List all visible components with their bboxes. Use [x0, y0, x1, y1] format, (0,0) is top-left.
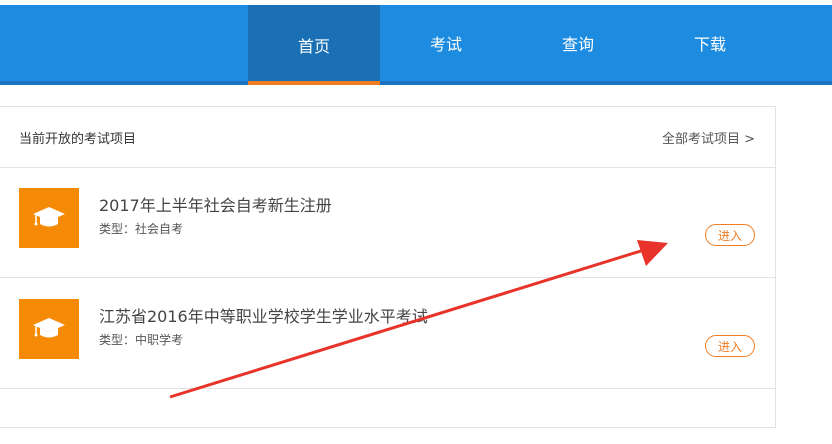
enter-button[interactable]: 进入: [705, 224, 755, 246]
exam-list-item: 江苏省2016年中等职业学校学生学业水平考试 类型：中职学考 进入: [0, 279, 775, 389]
all-exams-link[interactable]: 全部考试项目 >: [662, 128, 755, 147]
nav-item-exam[interactable]: 考试: [380, 5, 512, 81]
panel-title: 当前开放的考试项目: [19, 132, 137, 147]
nav-underline: [0, 81, 832, 85]
graduation-cap-icon: [19, 299, 79, 359]
exam-type: 类型：社会自考: [99, 220, 183, 237]
exam-type-value: 社会自考: [135, 222, 184, 236]
exam-title[interactable]: 2017年上半年社会自考新生注册: [99, 192, 332, 216]
exam-type-prefix: 类型：: [99, 222, 136, 236]
exam-type-value: 中职学考: [135, 333, 184, 347]
exam-type-prefix: 类型：: [99, 333, 136, 347]
graduation-cap-icon: [19, 188, 79, 248]
panel-header: 当前开放的考试项目 全部考试项目 >: [0, 107, 775, 168]
nav-item-home[interactable]: 首页: [248, 5, 380, 85]
exam-type: 类型：中职学考: [99, 331, 183, 348]
enter-button[interactable]: 进入: [705, 335, 755, 357]
top-navigation-bar: 首页 考试 查询 下载: [0, 0, 832, 86]
exam-list-item: 2017年上半年社会自考新生注册 类型：社会自考 进入: [0, 168, 775, 278]
exam-title[interactable]: 江苏省2016年中等职业学校学生学业水平考试: [99, 303, 428, 327]
open-exams-panel: 当前开放的考试项目 全部考试项目 > 2017年上半年社会自考新生注册 类型：社…: [0, 106, 776, 428]
nav-item-download[interactable]: 下载: [644, 5, 776, 81]
nav-item-query[interactable]: 查询: [512, 5, 644, 81]
